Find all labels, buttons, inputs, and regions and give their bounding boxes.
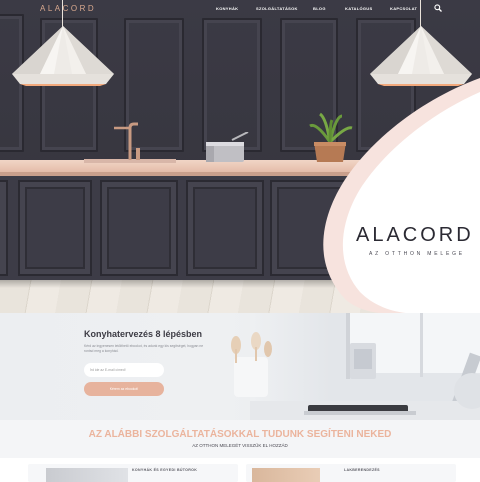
ebook-section: Konyhatervezés 8 lépésben Kérd az ingyen… xyxy=(0,313,480,420)
card-title: LAKBERENDEZÉS xyxy=(344,468,380,472)
email-input[interactable] xyxy=(84,363,164,377)
brand-tagline: AZ OTTHON MELEGE xyxy=(369,251,465,257)
service-card-interior[interactable]: LAKBERENDEZÉS xyxy=(246,464,456,482)
nav-item-blog[interactable]: BLOG xyxy=(313,6,326,11)
card-title: KONYHÁK ÉS EGYEDI BÚTOROK xyxy=(132,468,198,472)
nav-item-kapcsolat[interactable]: KAPCSOLAT xyxy=(390,6,417,11)
service-card-kitchens[interactable]: KONYHÁK ÉS EGYEDI BÚTOROK xyxy=(28,464,238,482)
ebook-description: Kérd az ingyenesen letölthető ebookot, é… xyxy=(84,344,204,353)
services-subtitle: AZ OTTHON MELEGÉT VISSZÜK EL HOZZÁD xyxy=(192,443,288,448)
hero-curve-overlay xyxy=(323,78,480,313)
site-logo[interactable]: ALACORD xyxy=(40,4,96,13)
nav-item-katalogus[interactable]: KATALÓGUS xyxy=(345,6,372,11)
services-section: AZ ALÁBBI SZOLGÁLTATÁSOKKAL TUDUNK SEGÍT… xyxy=(0,420,480,458)
services-title: AZ ALÁBBI SZOLGÁLTATÁSOKKAL TUDUNK SEGÍT… xyxy=(88,429,392,440)
nav-item-konyhak[interactable]: KONYHÁK xyxy=(216,6,238,11)
kitchen-photo-background xyxy=(231,313,480,420)
brand-title: ALACORD xyxy=(356,224,474,246)
ebook-title: Konyhatervezés 8 lépésben xyxy=(84,329,203,339)
ebook-request-button[interactable]: Kérem az ebookot! xyxy=(84,382,164,396)
search-icon[interactable] xyxy=(434,4,442,12)
nav-item-szolgaltatasok[interactable]: SZOLGÁLTATÁSOK xyxy=(256,6,298,11)
